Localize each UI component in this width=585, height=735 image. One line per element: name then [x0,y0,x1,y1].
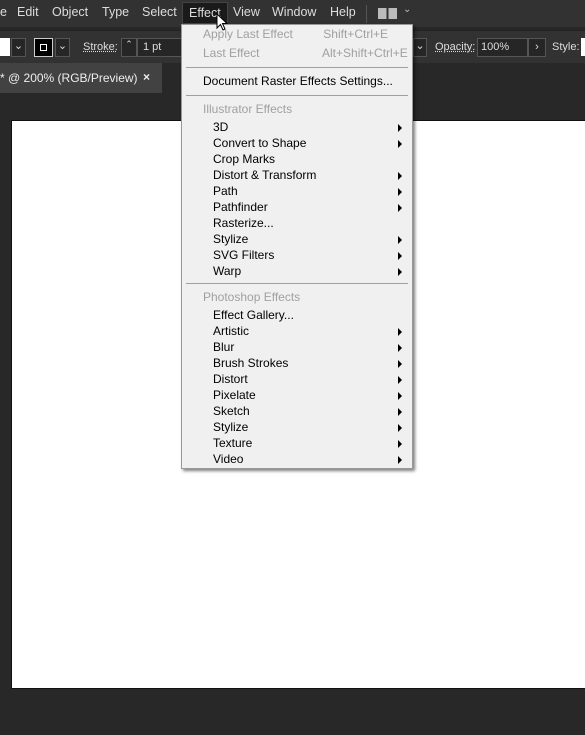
opacity-input[interactable]: 100% [477,38,528,57]
menu-item-stylize[interactable]: Stylize [213,232,248,246]
style-swatch[interactable] [581,38,585,56]
menu-item-svg-filters[interactable]: SVG Filters [213,248,274,262]
stroke-stepper[interactable]: ⌃ [121,38,137,57]
submenu-arrow-icon [398,344,402,352]
menu-item-convert-to-shape[interactable]: Convert to Shape [213,136,306,150]
stroke-swatch[interactable] [34,38,53,57]
menu-item-warp[interactable]: Warp [213,264,241,278]
submenu-arrow-icon [398,188,402,196]
close-icon[interactable]: × [143,70,150,84]
menu-item-effect-gallery[interactable]: Effect Gallery... [213,308,294,322]
opacity-label[interactable]: Opacity: [435,41,475,53]
menu-window[interactable]: Window [272,5,316,19]
shortcut: Alt+Shift+Ctrl+E [322,46,408,60]
effect-menu: Apply Last Effect Shift+Ctrl+E Last Effe… [181,24,413,469]
submenu-arrow-icon [398,204,402,212]
menu-item-last-effect: Last Effect [203,46,260,60]
menu-item-stylize[interactable]: Stylize [213,420,248,434]
stroke-dropdown[interactable]: ⌄ [55,38,70,57]
menu-item-rasterize[interactable]: Rasterize... [213,216,274,230]
menu-help[interactable]: Help [330,5,356,19]
opacity-expand-button[interactable]: › [528,38,546,57]
fill-swatch[interactable] [0,38,10,56]
mouse-cursor-icon [216,13,229,31]
menu-item-sketch[interactable]: Sketch [213,404,250,418]
menu-item-pixelate[interactable]: Pixelate [213,388,256,402]
separator [186,67,408,68]
document-tab[interactable]: * @ 200% (RGB/Preview) × [0,63,162,93]
menu-item-video[interactable]: Video [213,452,243,466]
menu-item-crop-marks[interactable]: Crop Marks [213,152,275,166]
style-label: Style: [552,41,580,53]
stroke-label[interactable]: Stroke: [83,41,118,53]
submenu-arrow-icon [398,456,402,464]
menu-item-pathfinder[interactable]: Pathfinder [213,200,268,214]
menu-item-blur[interactable]: Blur [213,340,234,354]
submenu-arrow-icon [398,252,402,260]
menu-item-brush-strokes[interactable]: Brush Strokes [213,356,288,370]
submenu-arrow-icon [398,124,402,132]
submenu-arrow-icon [398,424,402,432]
menu-item-texture[interactable]: Texture [213,436,252,450]
submenu-arrow-icon [398,236,402,244]
menu-item-path[interactable]: Path [213,184,238,198]
chevron-down-icon[interactable]: ⌄ [403,4,411,15]
submenu-arrow-icon [398,140,402,148]
menu-select[interactable]: Select [142,5,177,19]
separator [186,95,408,96]
menu-view[interactable]: View [233,5,260,19]
menu-object[interactable]: Object [52,5,88,19]
menu-item-3d[interactable]: 3D [213,120,228,134]
submenu-arrow-icon [398,392,402,400]
divider [366,5,367,23]
illustrator-effects-header: Illustrator Effects [203,102,293,116]
document-tab-title: * @ 200% (RGB/Preview) [0,71,138,85]
menu-file[interactable]: e [0,5,7,19]
workspace-layout-icon[interactable] [378,8,397,19]
dropdown[interactable]: ⌄ [413,38,427,57]
separator [186,283,408,284]
submenu-arrow-icon [398,328,402,336]
menu-item-distort-transform[interactable]: Distort & Transform [213,168,316,182]
submenu-arrow-icon [398,360,402,368]
shortcut: Shift+Ctrl+E [323,27,388,41]
menu-type[interactable]: Type [102,5,129,19]
menu-item-distort[interactable]: Distort [213,372,248,386]
menu-bar: e Edit Object Type Select Effect View Wi… [0,0,585,27]
submenu-arrow-icon [398,440,402,448]
menu-item-document-raster-effects-settings[interactable]: Document Raster Effects Settings... [203,74,393,88]
submenu-arrow-icon [398,376,402,384]
submenu-arrow-icon [398,408,402,416]
menu-item-artistic[interactable]: Artistic [213,324,249,338]
submenu-arrow-icon [398,172,402,180]
fill-dropdown[interactable]: ⌄ [11,38,26,57]
submenu-arrow-icon [398,268,402,276]
menu-edit[interactable]: Edit [17,5,39,19]
photoshop-effects-header: Photoshop Effects [203,290,301,304]
